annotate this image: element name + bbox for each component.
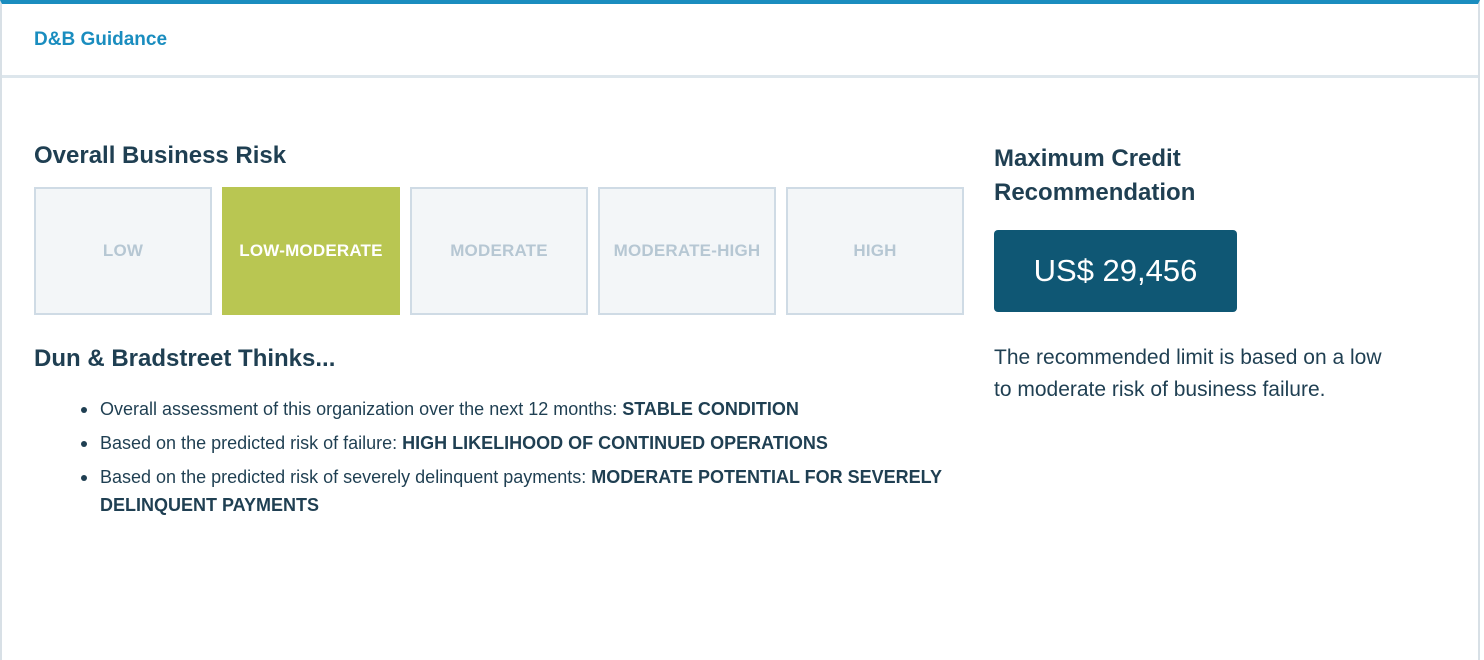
risk-level-low-moderate: LOW-MODERATE [222, 187, 400, 315]
guidance-panel: D&B Guidance Overall Business Risk LOW L… [0, 0, 1480, 660]
risk-section: Overall Business Risk LOW LOW-MODERATE M… [34, 142, 964, 525]
credit-title: Maximum Credit Recommendation [994, 145, 1196, 206]
risk-level-label: LOW [102, 241, 144, 260]
thinks-title: Dun & Bradstreet Thinks... [34, 345, 336, 372]
risk-level-low: LOW [34, 187, 212, 315]
risk-scale: LOW LOW-MODERATE MODERATE MODERATE-HIGH … [34, 187, 964, 315]
credit-value: US$ 29,456 [1033, 253, 1198, 288]
credit-value-box: US$ 29,456 [994, 230, 1237, 312]
assessment-emphasis: HIGH LIKELIHOOD OF CONTINUED OPERATIONS [402, 433, 828, 453]
list-item: Overall assessment of this organization … [81, 395, 950, 423]
overall-risk-title: Overall Business Risk [34, 142, 287, 169]
risk-level-label: MODERATE-HIGH [613, 241, 761, 260]
credit-section: Maximum Credit Recommendation US$ 29,456… [994, 142, 1394, 406]
risk-level-high: HIGH [786, 187, 964, 315]
assessment-text: Based on the predicted risk of severely … [100, 467, 592, 487]
risk-level-label: LOW-MODERATE [239, 241, 383, 260]
risk-level-moderate: MODERATE [410, 187, 588, 315]
risk-level-moderate-high: MODERATE-HIGH [598, 187, 776, 315]
panel-header: D&B Guidance [2, 4, 1478, 78]
assessment-emphasis: STABLE CONDITION [622, 399, 799, 419]
panel-title: D&B Guidance [34, 28, 168, 50]
risk-level-label: MODERATE [450, 241, 548, 260]
list-item: Based on the predicted risk of severely … [81, 463, 950, 519]
list-item: Based on the predicted risk of failure: … [81, 429, 950, 457]
assessment-list: Overall assessment of this organization … [34, 395, 964, 519]
assessment-text: Based on the predicted risk of failure: [100, 433, 403, 453]
assessment-text: Overall assessment of this organization … [100, 399, 623, 419]
risk-level-label: HIGH [853, 241, 897, 260]
credit-note: The recommended limit is based on a low … [994, 346, 1382, 401]
